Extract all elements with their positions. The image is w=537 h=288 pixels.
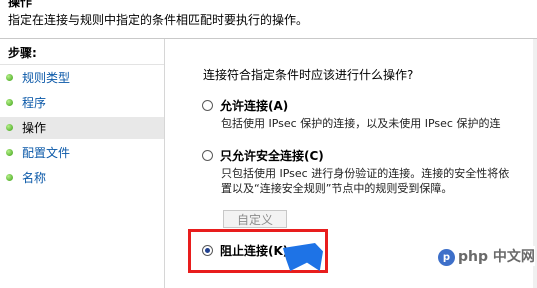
green-bullet-icon — [6, 174, 13, 181]
page-description: 指定在连接与规则中指定的条件相匹配时要执行的操作。 — [8, 13, 309, 27]
step-rule-type[interactable]: 规则类型 — [0, 67, 164, 89]
step-action[interactable]: 操作 — [0, 117, 164, 139]
steps-sidebar: 步骤: 规则类型 程序 操作 配置文件 名称 — [0, 39, 165, 288]
secure-connection-description-line1: 只包括使用 IPsec 进行身份验证的连接。连接的安全性将依 — [221, 167, 510, 180]
php-logo-icon: p — [438, 248, 455, 266]
watermark-text: php 中文网 — [458, 249, 535, 265]
step-label: 规则类型 — [22, 71, 71, 85]
green-bullet-icon — [6, 74, 13, 81]
secure-connection-description-line2: 置以及“连接安全规则”节点中的规则受到保障。 — [221, 182, 453, 195]
block-connection-radio[interactable] — [202, 245, 213, 256]
wizard-header: 操作 指定在连接与规则中指定的条件相匹配时要执行的操作。 — [0, 0, 537, 39]
step-name[interactable]: 名称 — [0, 167, 164, 189]
steps-label: 步骤: — [8, 46, 37, 60]
allow-connection-description: 包括使用 IPsec 保护的连接，以及未使用 IPsec 保护的连 — [221, 117, 501, 130]
step-label: 配置文件 — [22, 146, 71, 160]
green-bullet-icon — [6, 124, 13, 131]
customize-button[interactable]: 自定义 — [223, 210, 287, 228]
allow-connection-radio[interactable] — [202, 100, 213, 111]
step-profile[interactable]: 配置文件 — [0, 142, 164, 164]
secure-connection-radio[interactable] — [202, 150, 213, 161]
page-title: 操作 — [8, 0, 33, 9]
green-bullet-icon — [6, 99, 13, 106]
allow-connection-label[interactable]: 允许连接(A) — [220, 97, 288, 114]
block-connection-label[interactable]: 阻止连接(K) — [220, 242, 288, 259]
watermark: p php 中文网 — [436, 246, 535, 266]
step-label: 名称 — [22, 171, 47, 185]
secure-connection-label[interactable]: 只允许安全连接(C) — [220, 147, 324, 164]
steps-divider — [0, 64, 164, 65]
step-label: 操作 — [22, 121, 47, 135]
green-bullet-icon — [6, 149, 13, 156]
action-question: 连接符合指定条件时应该进行什么操作? — [203, 68, 414, 82]
step-program[interactable]: 程序 — [0, 92, 164, 114]
step-label: 程序 — [22, 96, 47, 110]
